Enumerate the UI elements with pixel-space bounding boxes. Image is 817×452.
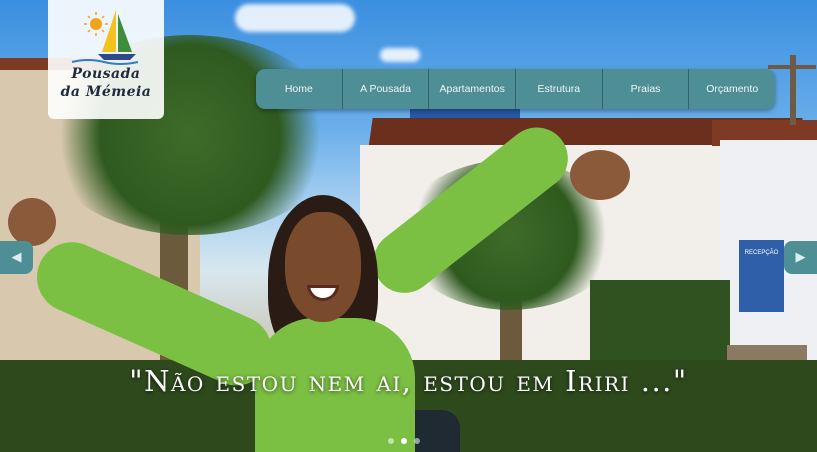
sailboat-sun-icon bbox=[71, 10, 139, 65]
slider-dots bbox=[388, 438, 420, 444]
woman-face bbox=[285, 212, 361, 322]
slider-dot-active[interactable] bbox=[401, 438, 407, 444]
logo-text: Pousada bbox=[71, 66, 141, 82]
nav-item-orcamento[interactable]: Orçamento bbox=[689, 69, 775, 109]
slider-dot[interactable] bbox=[388, 438, 394, 444]
logo-text: da Mémeia bbox=[60, 84, 152, 100]
nav-item-a-pousada[interactable]: A Pousada bbox=[343, 69, 430, 109]
woman-hand bbox=[8, 198, 56, 246]
slider-dot[interactable] bbox=[414, 438, 420, 444]
chevron-right-icon: ▶ bbox=[795, 250, 806, 265]
nav-item-home[interactable]: Home bbox=[256, 69, 343, 109]
nav-item-estrutura[interactable]: Estrutura bbox=[516, 69, 603, 109]
slider-caption: "Não estou nem ai, estou em Iriri ..." bbox=[129, 364, 688, 398]
cloud bbox=[380, 48, 420, 62]
site-logo[interactable]: Pousada da Mémeia bbox=[48, 0, 164, 119]
slider-next-button[interactable]: ▶ bbox=[784, 241, 817, 274]
main-nav: Home A Pousada Apartamentos Estrutura Pr… bbox=[256, 69, 775, 109]
nav-item-praias[interactable]: Praias bbox=[603, 69, 690, 109]
chevron-left-icon: ◀ bbox=[11, 250, 22, 265]
utility-pole-bar bbox=[768, 65, 816, 69]
reception-sign: RECEPÇÃO bbox=[739, 240, 784, 312]
nav-item-apartamentos[interactable]: Apartamentos bbox=[429, 69, 517, 109]
cloud bbox=[235, 4, 355, 32]
woman-hand bbox=[570, 150, 630, 200]
slider-prev-button[interactable]: ◀ bbox=[0, 241, 33, 274]
